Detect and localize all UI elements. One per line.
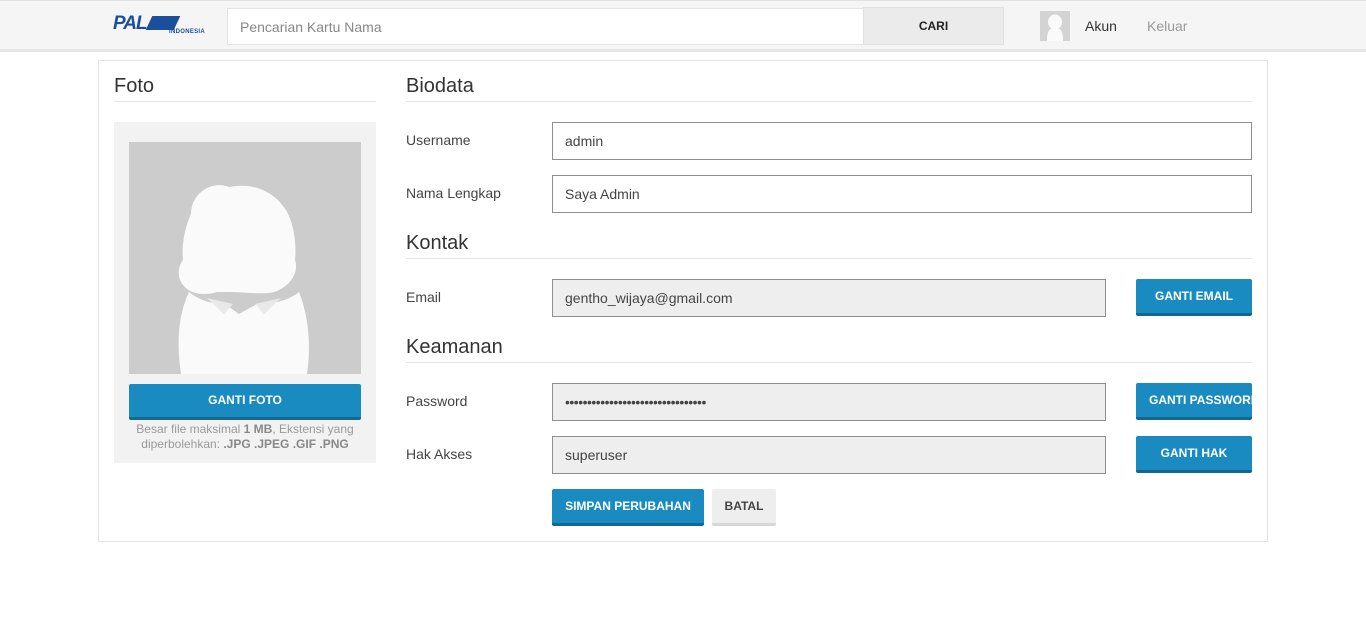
fullname-label: Nama Lengkap	[406, 185, 501, 201]
password-field: ••••••••••••••••••••••••••••••••	[552, 383, 1106, 421]
contact-section-title: Kontak	[406, 232, 469, 254]
contact-divider	[406, 258, 1252, 259]
change-photo-button[interactable]: GANTI FOTO	[129, 384, 361, 420]
brand-logo[interactable]: PAL INDONESIA	[113, 14, 207, 38]
biodata-divider	[406, 101, 1252, 102]
access-label: Hak Akses	[406, 446, 473, 462]
user-avatar-icon[interactable]	[1040, 11, 1070, 41]
photo-section-title: Foto	[114, 75, 155, 97]
account-link[interactable]: Akun	[1085, 18, 1117, 34]
change-access-button[interactable]: GANTI HAK	[1136, 436, 1252, 473]
photo-note-size: 1 MB	[243, 422, 273, 436]
search-button[interactable]: CARI	[863, 7, 1004, 45]
password-label: Password	[406, 393, 468, 409]
biodata-section-title: Biodata	[406, 75, 474, 97]
security-divider	[406, 362, 1252, 363]
search-input[interactable]	[227, 8, 864, 45]
logo-mark-shape	[145, 16, 181, 30]
profile-photo-placeholder-icon	[129, 142, 361, 374]
photo-upload-note: Besar file maksimal 1 MB, Ekstensi yang …	[129, 422, 361, 452]
photo-divider	[114, 101, 376, 102]
logo-subtitle: INDONESIA	[169, 29, 206, 35]
email-field: gentho_wijaya@gmail.com	[552, 279, 1106, 317]
access-field: superuser	[552, 436, 1106, 474]
email-label: Email	[406, 289, 442, 305]
photo-note-prefix: Besar file maksimal	[136, 422, 244, 436]
security-section-title: Keamanan	[406, 336, 503, 358]
username-field[interactable]: admin	[552, 122, 1252, 160]
username-label: Username	[406, 132, 471, 148]
save-changes-button[interactable]: SIMPAN PERUBAHAN	[552, 489, 704, 526]
cancel-button[interactable]: BATAL	[712, 489, 776, 526]
top-navbar: PAL INDONESIA CARI Akun Keluar	[0, 0, 1366, 52]
logout-link[interactable]: Keluar	[1147, 18, 1187, 34]
change-email-button[interactable]: GANTI EMAIL	[1136, 279, 1252, 316]
fullname-field[interactable]: Saya Admin	[552, 175, 1252, 213]
photo-note-extensions: .JPG .JPEG .GIF .PNG	[223, 437, 349, 451]
change-password-button[interactable]: GANTI PASSWORD	[1136, 383, 1252, 420]
logo-text: PAL	[113, 13, 148, 34]
